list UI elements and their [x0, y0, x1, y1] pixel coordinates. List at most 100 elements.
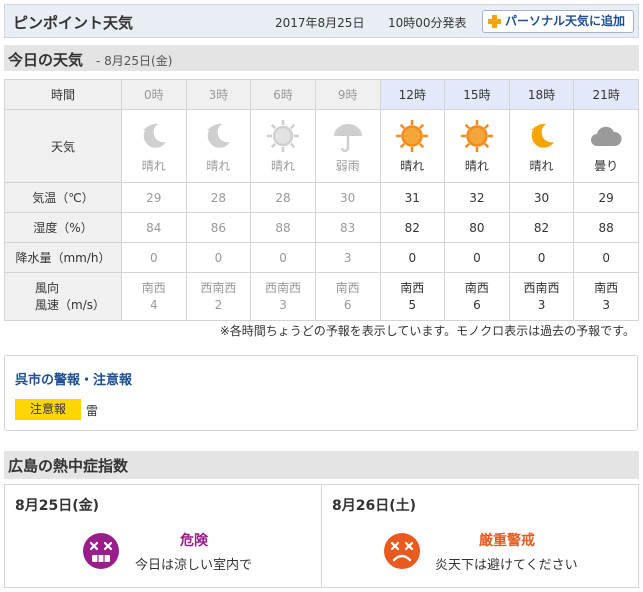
precipitation-cell: 0 — [250, 242, 316, 273]
wind-speed: 3 — [537, 297, 546, 312]
moon-night-icon — [207, 123, 231, 148]
humidity-cell: 80 — [444, 212, 510, 243]
weather-text: 晴れ — [529, 159, 554, 173]
temperature-cell: 31 — [379, 182, 446, 213]
weather-cell: 晴れ — [250, 109, 316, 183]
temperature-row: 気温（℃） 29 28 28 30 31 32 30 29 — [4, 182, 639, 213]
wind-direction: 西南西 — [523, 280, 560, 295]
add-personal-weather-button[interactable]: パーソナル天気に追加 — [482, 10, 634, 33]
wind-direction: 南西 — [335, 280, 360, 295]
weather-cell: 晴れ — [444, 109, 510, 183]
hour-header: 12時 — [379, 79, 446, 110]
weather-cell: 弱雨 — [314, 109, 381, 183]
today-date: - 8月25日(金) — [96, 54, 173, 68]
moon-night-icon — [142, 123, 166, 148]
heat-date: 8月26日(土) — [332, 498, 417, 514]
humidity-cell: 82 — [508, 212, 575, 243]
forecast-header: ピンポイント天気 2017年8月25日 10時00分発表 パーソナル天気に追加 — [4, 4, 639, 38]
precipitation-label: 降水量（mm/h） — [4, 242, 122, 273]
weather-cell: 晴れ — [379, 109, 446, 183]
weather-text: 晴れ — [400, 159, 425, 173]
wind-direction: 南西 — [464, 280, 489, 295]
humidity-cell: 83 — [314, 212, 381, 243]
wind-cell: 南西 6 — [444, 272, 510, 321]
heat-level: 危険 — [180, 533, 208, 549]
humidity-cell: 82 — [379, 212, 446, 243]
heat-day: 8月26日(土) 厳重警戒 炎天下は避けてください — [322, 485, 638, 587]
forecast-date: 2017年8月25日 — [275, 16, 365, 30]
heat-index-title: 広島の熱中症指数 — [8, 457, 129, 475]
wind-speed: 6 — [473, 297, 481, 312]
weather-text: 曇り — [594, 159, 619, 173]
weather-text: 晴れ — [464, 159, 489, 173]
wind-cell: 西南西 3 — [508, 272, 575, 321]
heat-index-header: 広島の熱中症指数 — [4, 451, 639, 479]
heat-date: 8月25日(金) — [15, 498, 100, 514]
temperature-cell: 28 — [185, 182, 252, 213]
wind-speed: 6 — [343, 297, 352, 312]
humidity-cell: 86 — [185, 212, 252, 243]
precipitation-cell: 0 — [508, 242, 575, 273]
wind-speed: 5 — [408, 297, 417, 312]
wind-direction: 南西 — [400, 280, 425, 295]
advisory-badge: 注意報 — [15, 399, 81, 420]
precipitation-cell: 0 — [379, 242, 446, 273]
wind-cell: 西南西 3 — [250, 272, 316, 321]
wind-row: 風向 風速（m/s） 南西 4 西南西 2 西南西 3 南西 6 南西 5 南西 6 西南西… — [4, 272, 639, 321]
weather-cell: 晴れ — [185, 109, 252, 183]
weather-text: 晴れ — [206, 159, 231, 173]
issued-time: 10時00分発表 — [388, 16, 467, 30]
weather-text: 弱雨 — [335, 159, 360, 173]
weather-text: 晴れ — [141, 159, 166, 173]
temperature-cell: 29 — [121, 182, 187, 213]
warning-panel: 呉市の警報・注意報 注意報 雷 — [4, 355, 638, 431]
temperature-cell: 28 — [250, 182, 316, 213]
wind-direction: 南西 — [594, 280, 619, 295]
warning-title-link[interactable]: 呉市の警報・注意報 — [15, 369, 132, 388]
sun-icon — [396, 120, 429, 152]
humidity-cell: 88 — [573, 212, 639, 243]
wind-speed: 3 — [602, 297, 610, 312]
heat-message: 炎天下は避けてください — [435, 558, 578, 573]
wind-cell: 南西 5 — [379, 272, 446, 321]
weather-label: 天気 — [4, 109, 122, 183]
temperature-cell: 30 — [314, 182, 381, 213]
humidity-row: 湿度（%） 84 86 88 83 82 80 82 88 — [4, 212, 639, 243]
wind-speed: 4 — [149, 297, 158, 312]
today-title: 今日の天気 — [8, 51, 84, 69]
heat-index-panel: 8月25日(金) 危険 今日は涼しい室内で 8月26日(土) 厳重警戒 炎天下は… — [4, 484, 639, 588]
wind-direction: 西南西 — [265, 280, 302, 295]
wind-direction: 南西 — [141, 280, 166, 295]
time-row: 時間 0時 3時 6時 9時 12時 15時 18時 21時 — [4, 79, 639, 110]
precipitation-cell: 0 — [185, 242, 252, 273]
forecast-note: ※各時間ちょうどの予報を表示しています。モノクロ表示は過去の予報です。 — [219, 324, 635, 338]
hourly-forecast-table: 時間 0時 3時 6時 9時 12時 15時 18時 21時 天気 晴れ 晴れ — [4, 79, 639, 321]
hour-header: 6時 — [250, 79, 316, 110]
weather-row: 天気 晴れ 晴れ 晴れ 弱雨 晴れ 晴れ 晴れ 曇り — [4, 109, 639, 183]
precipitation-cell: 0 — [121, 242, 187, 273]
heat-message: 今日は涼しい室内で — [135, 558, 253, 573]
wind-cell: 南西 4 — [121, 272, 187, 321]
moon-night-icon — [530, 123, 554, 148]
weather-cell: 晴れ — [508, 109, 575, 183]
umbrella-icon — [333, 124, 362, 153]
plus-icon — [488, 15, 501, 28]
wind-speed: 3 — [279, 297, 287, 312]
sun-icon — [460, 120, 493, 152]
wind-label: 風向 風速（m/s） — [4, 272, 122, 321]
humidity-label: 湿度（%） — [4, 212, 122, 243]
wind-speed: 2 — [214, 297, 223, 312]
wind-speed-label: 風速（m/s） — [35, 297, 105, 312]
hour-header: 18時 — [508, 79, 575, 110]
weather-cell: 曇り — [573, 109, 639, 183]
hour-header: 0時 — [121, 79, 187, 110]
temperature-cell: 29 — [573, 182, 639, 213]
hour-header: 15時 — [444, 79, 510, 110]
sun-icon — [267, 120, 300, 152]
sad-face-icon — [384, 533, 420, 569]
precipitation-cell: 0 — [573, 242, 639, 273]
weather-cell: 晴れ — [121, 109, 187, 183]
today-weather-header: 今日の天気 - 8月25日(金) — [4, 45, 639, 71]
wind-direction: 西南西 — [200, 280, 237, 295]
heat-level: 厳重警戒 — [479, 533, 535, 549]
